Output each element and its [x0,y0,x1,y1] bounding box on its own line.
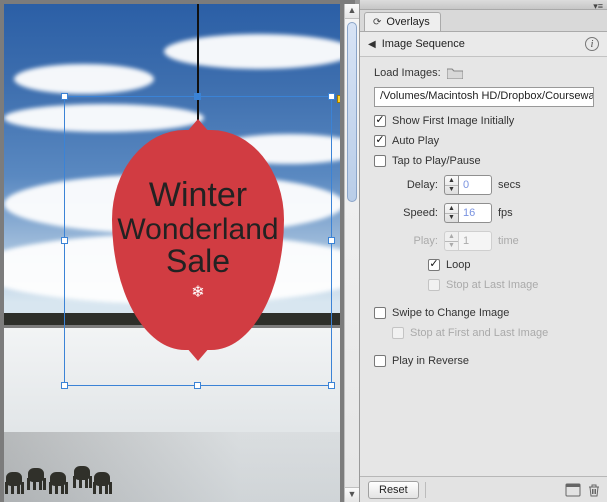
handle-bottom-right[interactable] [328,382,335,389]
handle-bottom-middle[interactable] [194,382,201,389]
panel-breadcrumb: ◀ Image Sequence i [360,32,607,57]
handle-bottom-left[interactable] [61,382,68,389]
back-triangle-icon: ◀ [368,39,376,50]
speed-up-icon[interactable]: ▲ [445,204,458,214]
footer-separator [425,482,426,498]
stop-first-last-checkbox [392,327,404,339]
delay-label: Delay: [392,179,438,191]
refresh-icon: ⟳ [373,17,381,28]
overlays-panel: ▾≡ ⟳ Overlays ◀ Image Sequence i Load Im… [359,0,607,502]
delay-up-icon[interactable]: ▲ [445,176,458,186]
handle-top-middle[interactable] [194,93,201,100]
handle-mid-right[interactable] [328,237,335,244]
speed-label: Speed: [392,207,438,219]
back-button[interactable]: ◀ Image Sequence [368,38,465,50]
handle-top-left[interactable] [61,93,68,100]
speed-stepper[interactable]: ▲▼ [444,203,492,223]
panel-flyout-icon[interactable]: ▾≡ [593,1,603,12]
document-canvas[interactable]: Winter Wonderland Sale ❄ [4,4,340,502]
tap-checkbox[interactable] [374,155,386,167]
play-label: Play: [392,235,438,247]
autoplay-checkbox[interactable] [374,135,386,147]
selection-frame[interactable] [64,96,332,386]
delay-input[interactable] [458,175,492,195]
stop-first-last-label: Stop at First and Last Image [410,327,548,339]
images-path-field[interactable]: /Volumes/Macintosh HD/Dropbox/Courseware… [374,87,594,107]
autoplay-label: Auto Play [392,135,439,147]
canvas-scrollbar[interactable]: ▲ ▼ [344,4,359,502]
delay-stepper[interactable]: ▲▼ [444,175,492,195]
play-down-icon: ▼ [445,242,458,251]
play-unit: time [498,235,519,247]
tap-label: Tap to Play/Pause [392,155,481,167]
play-stepper: ▲▼ [444,231,492,251]
reverse-checkbox[interactable] [374,355,386,367]
play-up-icon: ▲ [445,232,458,242]
content-grabber[interactable] [337,95,340,103]
panel-tabbar: ⟳ Overlays [360,10,607,32]
panel-footer: Reset [360,476,607,502]
tab-overlays[interactable]: ⟳ Overlays [364,12,441,31]
show-first-label: Show First Image Initially [392,115,514,127]
reverse-label: Play in Reverse [392,355,469,367]
folder-icon[interactable] [447,67,463,79]
swipe-label: Swipe to Change Image [392,307,509,319]
delay-down-icon[interactable]: ▼ [445,186,458,195]
handle-top-right[interactable] [328,93,335,100]
stop-last-label: Stop at Last Image [446,279,538,291]
tab-label: Overlays [386,16,429,28]
breadcrumb-label: Image Sequence [382,38,465,50]
speed-unit: fps [498,207,513,219]
trash-icon[interactable] [587,483,601,497]
speed-input[interactable] [458,203,492,223]
stop-last-checkbox [428,279,440,291]
scroll-thumb[interactable] [347,22,357,202]
speed-down-icon[interactable]: ▼ [445,214,458,223]
show-first-checkbox[interactable] [374,115,386,127]
swipe-checkbox[interactable] [374,307,386,319]
load-images-label: Load Images: [374,67,441,79]
panel-grip[interactable]: ▾≡ [360,0,607,10]
scroll-down-arrow[interactable]: ▼ [345,487,359,502]
play-input [458,231,492,251]
canvas-area: Winter Wonderland Sale ❄ ▲ ▼ [0,0,355,502]
sled-dogs [4,446,110,496]
loop-checkbox[interactable] [428,259,440,271]
handle-mid-left[interactable] [61,237,68,244]
scroll-up-arrow[interactable]: ▲ [345,4,359,19]
reset-button[interactable]: Reset [368,481,419,499]
loop-label: Loop [446,259,470,271]
preview-icon[interactable] [565,483,581,497]
delay-unit: secs [498,179,521,191]
panel-body: Load Images: /Volumes/Macintosh HD/Dropb… [360,57,607,476]
info-icon[interactable]: i [585,37,599,51]
